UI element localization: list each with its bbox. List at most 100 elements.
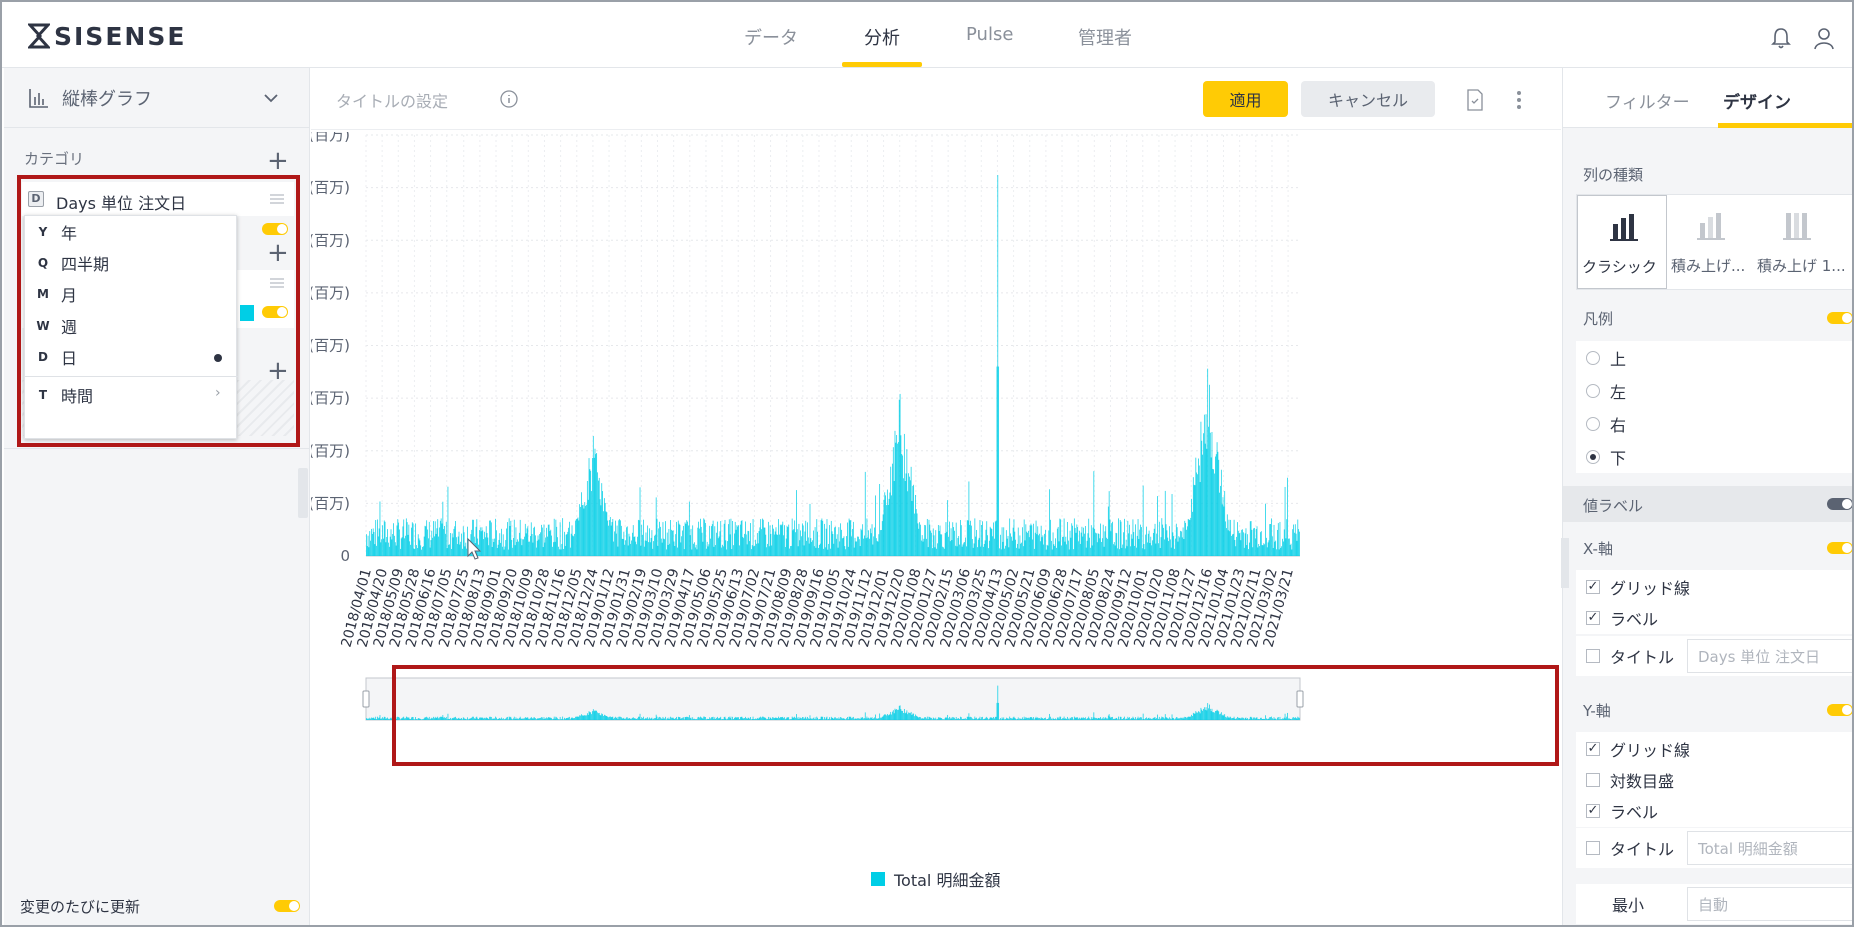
- x-axis-labels-option[interactable]: ✓ ラベル: [1576, 601, 1852, 634]
- column-bar: [816, 519, 818, 556]
- x-axis-title-input[interactable]: Days 単位 注文日: [1687, 639, 1852, 673]
- column-bar: [1161, 518, 1163, 556]
- checkbox-checked[interactable]: ✓: [1586, 803, 1600, 818]
- column-bar: [543, 524, 545, 556]
- column-bar: [1238, 533, 1240, 556]
- column-bar: [519, 519, 521, 556]
- column-bar: [745, 521, 746, 556]
- more-options-icon[interactable]: [1516, 90, 1522, 110]
- column-bar: [945, 522, 947, 556]
- column-bar: [842, 537, 844, 556]
- y-axis-log-option[interactable]: 対数目盛: [1576, 763, 1852, 796]
- column-bar: [527, 526, 529, 556]
- column-bar: [1082, 536, 1084, 556]
- widget-title-input[interactable]: タイトルの設定: [336, 88, 448, 112]
- checkbox-checked[interactable]: ✓: [1586, 610, 1600, 625]
- column-bar: [756, 533, 758, 556]
- column-bar: [807, 537, 809, 556]
- column-bar: [1194, 485, 1196, 556]
- right-panel-collapse-handle[interactable]: [1561, 538, 1569, 588]
- column-bar: [801, 536, 802, 556]
- radio-button[interactable]: [1586, 350, 1600, 365]
- column-bar: [737, 526, 739, 556]
- legend-position-top[interactable]: 上: [1576, 341, 1852, 374]
- add-category-button[interactable]: +: [267, 148, 289, 174]
- sisense-logo[interactable]: SISENSE: [28, 22, 186, 51]
- radio-button[interactable]: [1586, 383, 1600, 398]
- legend-label: Total 明細金額: [893, 871, 1000, 890]
- user-profile-icon[interactable]: [1813, 26, 1835, 50]
- chart-type-selector[interactable]: 縦棒グラフ: [4, 68, 310, 128]
- column-bar: [503, 549, 505, 556]
- column-bar: [875, 538, 877, 556]
- column-bar: [465, 542, 467, 556]
- checkbox[interactable]: [1586, 841, 1600, 855]
- legend-toggle[interactable]: [1827, 312, 1852, 324]
- column-type-classic[interactable]: クラシック: [1577, 195, 1667, 289]
- nav-tab-admin[interactable]: 管理者: [1078, 24, 1132, 50]
- radio-button[interactable]: [1586, 416, 1600, 431]
- column-bar: [1295, 533, 1297, 556]
- column-bar: [439, 527, 440, 556]
- auto-update-toggle[interactable]: [274, 900, 300, 912]
- export-icon[interactable]: [1466, 89, 1484, 111]
- column-bar: [620, 520, 621, 556]
- nav-tab-pulse[interactable]: Pulse: [966, 24, 1013, 45]
- column-bar: [457, 536, 459, 556]
- y-axis-toggle[interactable]: [1827, 704, 1852, 716]
- radio-button-selected[interactable]: [1586, 449, 1600, 464]
- checkbox-checked[interactable]: ✓: [1586, 741, 1600, 756]
- checkbox[interactable]: [1586, 772, 1600, 787]
- column-bar: [1134, 545, 1135, 556]
- y-axis-title-input[interactable]: Total 明細金額: [1687, 831, 1852, 865]
- column-bar: [865, 538, 867, 556]
- column-bar: [1079, 530, 1080, 556]
- tab-design[interactable]: デザイン: [1723, 88, 1791, 113]
- column-bar: [1144, 549, 1146, 556]
- legend-position-right[interactable]: 右: [1576, 407, 1852, 440]
- x-axis-toggle[interactable]: [1827, 542, 1852, 554]
- navigator-bar: [377, 716, 378, 720]
- column-bar: [748, 531, 750, 556]
- column-bar: [818, 547, 819, 556]
- column-bar: [1034, 532, 1036, 556]
- cancel-button[interactable]: キャンセル: [1301, 81, 1435, 117]
- column-type-stacked[interactable]: 積み上げ...: [1667, 195, 1757, 289]
- panel-collapse-handle[interactable]: [298, 468, 308, 518]
- legend-position-bottom[interactable]: 下: [1576, 440, 1852, 473]
- column-bar: [675, 534, 677, 556]
- y-axis-min-input[interactable]: 自動: [1687, 887, 1852, 921]
- column-bar: [463, 532, 465, 556]
- value-labels-toggle[interactable]: [1827, 498, 1852, 510]
- y-axis-labels-option[interactable]: ✓ ラベル: [1576, 794, 1852, 827]
- apply-button[interactable]: 適用: [1203, 81, 1288, 117]
- checkbox[interactable]: [1586, 649, 1600, 663]
- checkbox-checked[interactable]: ✓: [1586, 579, 1600, 594]
- bar-chart-icon: [29, 88, 48, 108]
- option-label: 対数目盛: [1610, 771, 1675, 791]
- column-bar: [544, 542, 546, 556]
- legend-position-left[interactable]: 左: [1576, 374, 1852, 407]
- tab-filters[interactable]: フィルター: [1605, 88, 1690, 113]
- column-bar: [1178, 536, 1180, 556]
- column-bar: [1110, 531, 1112, 556]
- nav-tab-data[interactable]: データ: [744, 24, 798, 50]
- nav-tab-analytics[interactable]: 分析: [864, 24, 900, 50]
- column-bar: [1164, 490, 1166, 556]
- column-type-stacked-100[interactable]: 積み上げ 1...: [1757, 195, 1852, 289]
- column-bar: [1095, 532, 1096, 556]
- column-bar: [1090, 547, 1091, 556]
- column-bar: [611, 522, 613, 556]
- info-icon[interactable]: [500, 90, 518, 108]
- bell-icon[interactable]: [1770, 26, 1792, 50]
- column-bar: [1063, 518, 1065, 556]
- column-bar: [1242, 529, 1243, 556]
- column-bar: [1169, 526, 1170, 556]
- y-axis-grid-option[interactable]: ✓ グリッド線: [1576, 732, 1852, 765]
- stacked-100-column-icon: [1783, 213, 1811, 240]
- x-axis-grid-option[interactable]: ✓ グリッド線: [1576, 570, 1852, 603]
- column-bar: [797, 546, 799, 556]
- column-bar: [813, 530, 814, 556]
- column-bar: [1118, 549, 1120, 556]
- legend-position-label: 下: [1610, 448, 1627, 468]
